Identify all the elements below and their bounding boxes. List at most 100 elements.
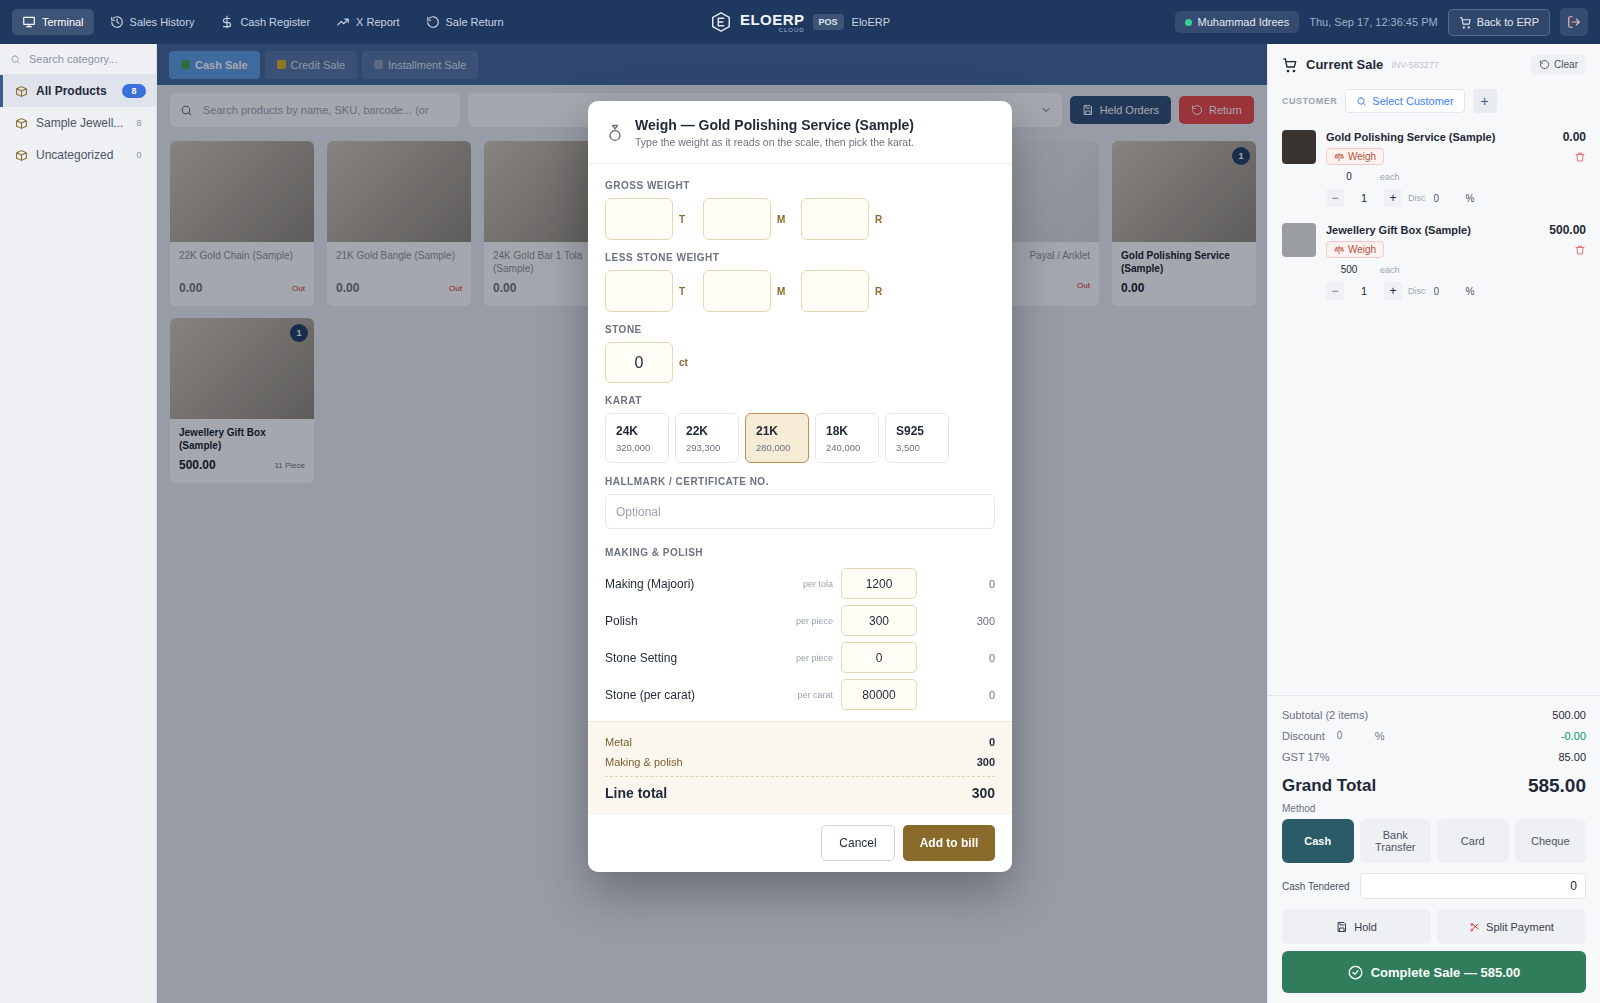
category-count: 8 [132,118,146,128]
top-nav-item[interactable]: Sale Return [416,9,514,35]
discount-input[interactable] [1432,188,1460,208]
category-search-input[interactable] [27,52,146,66]
stone-weight-input[interactable] [801,270,869,312]
refresh-icon [1539,59,1550,70]
decrease-button[interactable]: − [1326,189,1344,207]
charge-row: Stone Settingper piece0 [605,639,995,676]
charge-rate-input[interactable] [841,679,917,710]
karat-option[interactable]: 21K280,000 [745,413,809,463]
logout-icon [1567,15,1581,29]
gross-weight-input[interactable] [801,198,869,240]
item-total: 0.00 [1563,130,1586,144]
cart-icon [1459,16,1472,29]
decrease-button[interactable]: − [1326,282,1344,300]
karat-option[interactable]: S9253,500 [885,413,949,463]
history-icon [110,15,124,29]
discount-input[interactable] [1432,281,1460,301]
datetime: Thu, Sep 17, 12:36:45 PM [1309,16,1437,28]
top-nav-item[interactable]: Terminal [12,9,94,35]
cart-totals: Subtotal (2 items)500.00Discount%-0.00GS… [1268,695,1600,1003]
split-payment-button[interactable]: Split Payment [1437,909,1586,944]
karat-option[interactable]: 24K320,000 [605,413,669,463]
complete-sale-button[interactable]: Complete Sale — 585.00 [1282,951,1586,993]
monitor-icon [22,15,36,29]
increase-button[interactable]: + [1384,282,1402,300]
karat-options: 24K320,00022K293,30021K280,00018K240,000… [605,413,995,463]
hallmark-input[interactable] [605,494,995,529]
stone-weight-input[interactable] [703,270,771,312]
charge-amount: 0 [925,689,995,701]
customer-row: CUSTOMERSelect Customer+ [1268,85,1600,121]
item-thumbnail [1282,130,1316,164]
subtotal-row: Subtotal (2 items)500.00 [1282,704,1586,725]
top-nav-item[interactable]: X Report [326,9,409,35]
item-thumbnail [1282,223,1316,257]
payment-method-button[interactable]: Card [1437,819,1509,863]
quantity-input[interactable] [1350,188,1378,208]
logout-button[interactable] [1560,8,1588,36]
payment-methods: CashBank TransferCardCheque [1282,819,1586,863]
quantity-input[interactable] [1350,281,1378,301]
unit-price-input[interactable] [1326,262,1372,277]
dialog-summary: Metal0Making & polish300Line total300 [588,721,1012,813]
item-name: Jewellery Gift Box (Sample) [1326,224,1471,236]
top-nav-item[interactable]: Cash Register [210,9,320,35]
weigh-button[interactable]: Weigh [1326,148,1384,165]
payment-method-button[interactable]: Cheque [1515,819,1587,863]
add-to-bill-button[interactable]: Add to bill [903,825,995,861]
cash-tendered-input[interactable] [1360,873,1586,899]
clear-button[interactable]: Clear [1531,55,1586,74]
add-customer-button[interactable]: + [1473,89,1497,113]
charge-amount: 300 [925,615,995,627]
top-nav-item[interactable]: Sales History [100,9,205,35]
cart-item: Jewellery Gift Box (Sample)500.00Weighea… [1268,214,1600,307]
gross-weight-input[interactable] [605,198,673,240]
charge-row: Polishper piece300 [605,602,995,639]
back-to-erp-button[interactable]: Back to ERP [1448,9,1550,36]
karat-option[interactable]: 18K240,000 [815,413,879,463]
charge-rate-input[interactable] [841,605,917,636]
hold-button[interactable]: Hold [1282,909,1431,944]
check-circle-icon [1348,965,1363,980]
category-sidebar: All Products8Sample Jewell...8Uncategori… [0,44,157,1003]
top-right: Muhammad Idrees Thu, Sep 17, 12:36:45 PM B… [890,8,1588,36]
order-discount-input[interactable] [1335,729,1365,742]
box-icon [15,85,28,98]
category-item[interactable]: Uncategorized0 [0,139,156,171]
category-search[interactable] [0,44,156,75]
invoice-number: INV-583277 [1391,60,1523,70]
search-icon [1356,96,1367,107]
karat-option[interactable]: 22K293,300 [675,413,739,463]
discount-row: Discount%-0.00 [1282,725,1586,746]
category-item[interactable]: All Products8 [0,75,156,107]
payment-method-button[interactable]: Cash [1282,819,1354,863]
payment-method-button[interactable]: Bank Transfer [1360,819,1432,863]
cancel-button[interactable]: Cancel [821,825,895,861]
gross-weight-input[interactable] [703,198,771,240]
increase-button[interactable]: + [1384,189,1402,207]
cart-icon [1282,57,1298,73]
category-item[interactable]: Sample Jewell...8 [0,107,156,139]
trend-icon [336,15,350,29]
less-stone-weight-fields: TMR [605,270,995,312]
dialog-header: Weigh — Gold Polishing Service (Sample)T… [588,101,1012,164]
weigh-button[interactable]: Weigh [1326,241,1384,258]
trash-icon[interactable] [1574,151,1586,163]
top-bar: TerminalSales HistoryCash RegisterX Repo… [0,0,1600,44]
hold-split-row: HoldSplit Payment [1282,909,1586,944]
charge-rate-input[interactable] [841,568,917,599]
category-count: 0 [132,150,146,160]
dollar-icon [220,15,234,29]
user-chip[interactable]: Muhammad Idrees [1175,11,1300,33]
charge-rate-input[interactable] [841,642,917,673]
charge-amount: 0 [925,652,995,664]
charge-row: Making (Majoori)per tola0 [605,565,995,602]
select-customer-button[interactable]: Select Customer [1345,89,1464,113]
line-total: Line total300 [605,776,995,801]
category-count: 8 [122,84,146,98]
stone-carat-input[interactable] [605,342,673,383]
gst-row: GST 17%85.00 [1282,746,1586,767]
trash-icon[interactable] [1574,244,1586,256]
stone-weight-input[interactable] [605,270,673,312]
unit-price-input[interactable] [1326,169,1372,184]
